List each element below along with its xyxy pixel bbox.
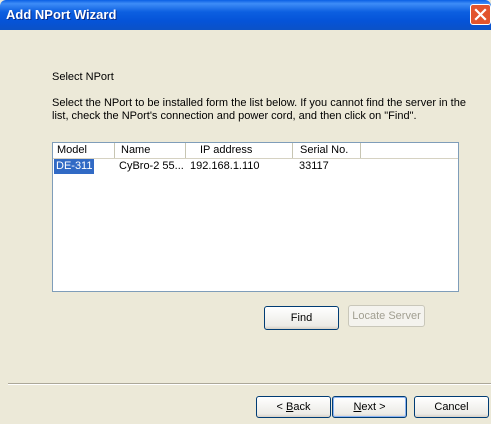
separator — [8, 383, 491, 385]
wizard-window: Add NPort Wizard Select NPort Select the… — [0, 0, 491, 424]
locate-server-button[interactable]: Locate Server — [348, 305, 425, 327]
close-icon — [474, 8, 487, 21]
list-row[interactable]: DE-311 CyBro-2 55... 192.168.1.110 33117 — [53, 159, 458, 174]
column-label: Model — [57, 144, 87, 156]
back-label-prefix: < — [276, 401, 286, 413]
column-label: Name — [121, 144, 151, 156]
cell-model: DE-311 — [54, 159, 95, 174]
column-label: IP address — [200, 144, 253, 156]
next-button[interactable]: Next > — [332, 396, 407, 418]
back-label-rest: ack — [293, 401, 311, 413]
section-description: Select the NPort to be installed form th… — [52, 97, 466, 122]
cancel-button[interactable]: Cancel — [414, 396, 489, 418]
section-heading: Select NPort — [52, 71, 114, 83]
close-button[interactable] — [470, 4, 491, 25]
cell-serial: 33117 — [299, 160, 329, 172]
nport-list[interactable]: Model Name IP address Serial No. DE-311 … — [52, 142, 459, 292]
cell-name: CyBro-2 55... — [119, 160, 184, 172]
column-header-model[interactable]: Model — [53, 143, 115, 158]
column-header-name[interactable]: Name — [115, 143, 186, 158]
window-title: Add NPort Wizard — [6, 7, 117, 22]
find-button[interactable]: Find — [264, 306, 339, 330]
column-header-ip[interactable]: IP address — [186, 143, 293, 158]
title-bar[interactable]: Add NPort Wizard — [0, 0, 491, 30]
back-button[interactable]: < Back — [256, 396, 331, 418]
column-header-serial[interactable]: Serial No. — [293, 143, 361, 158]
cell-ip: 192.168.1.110 — [190, 160, 260, 172]
column-label: Serial No. — [300, 144, 349, 156]
list-header: Model Name IP address Serial No. — [53, 143, 458, 159]
next-label-rest: ext > — [361, 401, 386, 413]
